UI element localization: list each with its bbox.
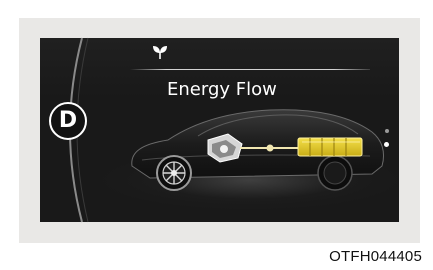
figure-code: OTFH044405 <box>329 248 422 265</box>
gear-letter: D <box>58 108 78 133</box>
battery-icon <box>297 137 363 157</box>
title-divider <box>130 69 370 70</box>
eco-sprout-icon <box>153 46 167 59</box>
manual-figure: D Energy Flow OTFH044405 <box>0 0 433 270</box>
gear-indicator: D <box>49 102 87 140</box>
car-silhouette-icon <box>131 109 385 191</box>
page-dot-2-active <box>384 142 389 147</box>
rear-wheel <box>317 155 353 191</box>
page-dot-1 <box>385 129 389 133</box>
front-wheel <box>156 155 192 191</box>
